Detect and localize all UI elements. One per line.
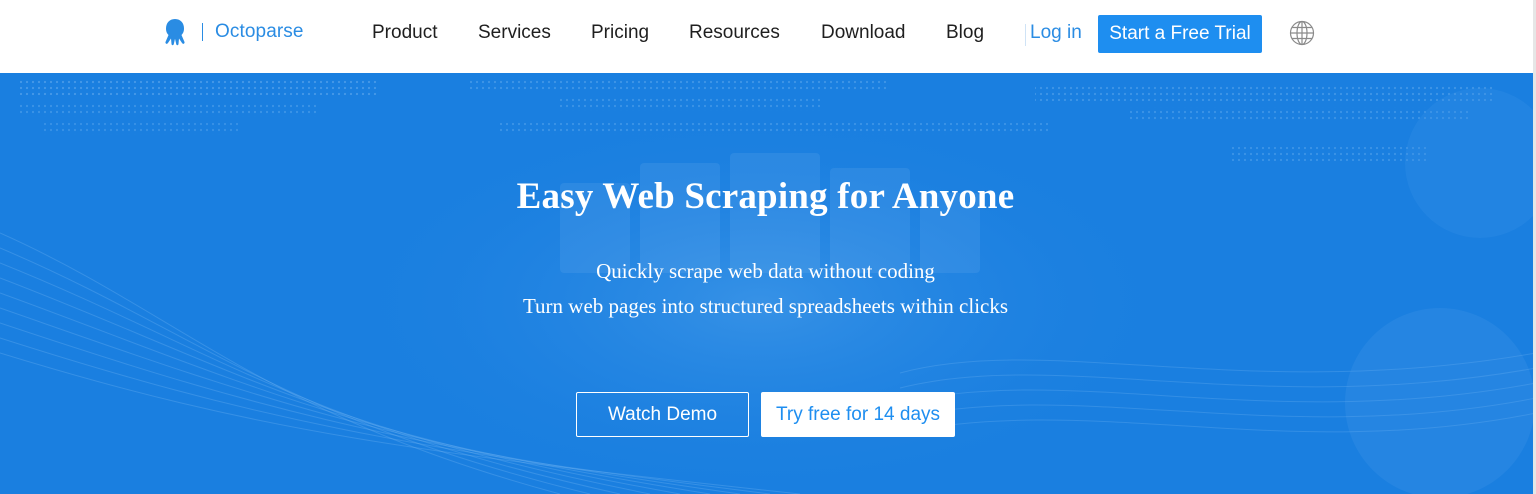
nav-download[interactable]: Download: [821, 22, 906, 44]
nav-blog[interactable]: Blog: [946, 22, 984, 44]
nav-pricing[interactable]: Pricing: [591, 22, 649, 44]
hero-subtitle-line1: Quickly scrape web data without coding: [596, 259, 935, 283]
nav-resources[interactable]: Resources: [689, 22, 780, 44]
logo-divider: [202, 23, 203, 41]
nav-services[interactable]: Services: [478, 22, 551, 44]
login-divider: [1025, 24, 1026, 46]
hero-title: Easy Web Scraping for Anyone: [516, 176, 1015, 217]
octopus-logo-icon: [165, 19, 185, 46]
brand-name: Octoparse: [215, 21, 304, 42]
site-header: Octoparse Product Services Pricing Resou…: [0, 0, 1536, 73]
watch-demo-button[interactable]: Watch Demo: [576, 392, 749, 437]
start-free-trial-button[interactable]: Start a Free Trial: [1098, 15, 1262, 53]
hero-subtitle-line2: Turn web pages into structured spreadshe…: [522, 294, 1009, 318]
globe-icon[interactable]: [1289, 20, 1315, 46]
nav-product[interactable]: Product: [372, 22, 437, 44]
login-link[interactable]: Log in: [1030, 22, 1082, 44]
hero-section: Easy Web Scraping for Anyone Quickly scr…: [0, 73, 1536, 494]
try-free-button[interactable]: Try free for 14 days: [761, 392, 955, 437]
brand-logo[interactable]: Octoparse: [160, 16, 304, 48]
